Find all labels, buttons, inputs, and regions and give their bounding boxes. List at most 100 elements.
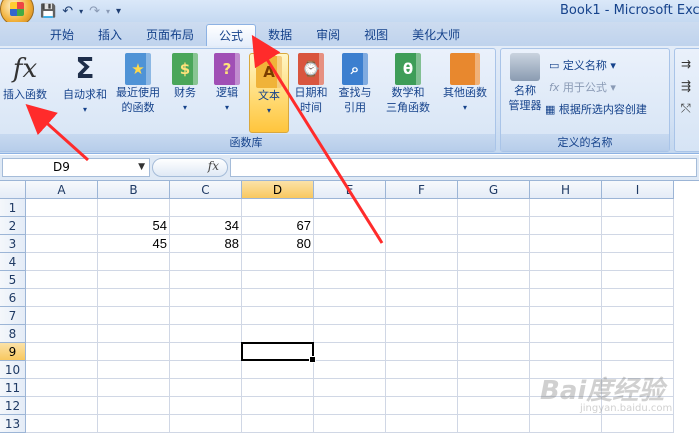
- financial-button[interactable]: $ 财务 ▾: [167, 53, 203, 115]
- cell-d8[interactable]: [242, 325, 314, 343]
- cell-a3[interactable]: [26, 235, 98, 253]
- column-header-a[interactable]: A: [26, 181, 98, 199]
- formula-input[interactable]: [230, 158, 697, 177]
- undo-dropdown-icon[interactable]: ▾: [79, 7, 83, 16]
- column-header-g[interactable]: G: [458, 181, 530, 199]
- row-header-8[interactable]: 8: [0, 325, 26, 343]
- tab-beautify-master[interactable]: 美化大师: [400, 24, 472, 46]
- cell-h2[interactable]: [530, 217, 602, 235]
- cell-f3[interactable]: [386, 235, 458, 253]
- cell-g9[interactable]: [458, 343, 530, 361]
- column-header-e[interactable]: E: [314, 181, 386, 199]
- cell-d12[interactable]: [242, 397, 314, 415]
- cell-c1[interactable]: [170, 199, 242, 217]
- cell-a1[interactable]: [26, 199, 98, 217]
- cell-a2[interactable]: [26, 217, 98, 235]
- cell-h5[interactable]: [530, 271, 602, 289]
- cell-f1[interactable]: [386, 199, 458, 217]
- cell-g8[interactable]: [458, 325, 530, 343]
- cell-a10[interactable]: [26, 361, 98, 379]
- cell-g5[interactable]: [458, 271, 530, 289]
- cell-a4[interactable]: [26, 253, 98, 271]
- cell-f4[interactable]: [386, 253, 458, 271]
- cell-c6[interactable]: [170, 289, 242, 307]
- cell-c7[interactable]: [170, 307, 242, 325]
- redo-icon[interactable]: ↷: [89, 4, 100, 19]
- tab-page-layout[interactable]: 页面布局: [134, 24, 206, 46]
- cell-c3[interactable]: 88: [170, 235, 242, 253]
- active-cell-outline[interactable]: [241, 342, 316, 363]
- tab-data[interactable]: 数据: [256, 24, 304, 46]
- cell-h1[interactable]: [530, 199, 602, 217]
- row-header-3[interactable]: 3: [0, 235, 26, 253]
- cell-g1[interactable]: [458, 199, 530, 217]
- cell-c11[interactable]: [170, 379, 242, 397]
- cell-f13[interactable]: [386, 415, 458, 433]
- tab-view[interactable]: 视图: [352, 24, 400, 46]
- cell-e4[interactable]: [314, 253, 386, 271]
- tab-home[interactable]: 开始: [38, 24, 86, 46]
- cell-h3[interactable]: [530, 235, 602, 253]
- save-icon[interactable]: 💾: [40, 4, 56, 19]
- cell-b4[interactable]: [98, 253, 170, 271]
- row-header-4[interactable]: 4: [0, 253, 26, 271]
- cell-d7[interactable]: [242, 307, 314, 325]
- cell-b8[interactable]: [98, 325, 170, 343]
- cell-a9[interactable]: [26, 343, 98, 361]
- tab-insert[interactable]: 插入: [86, 24, 134, 46]
- cell-d13[interactable]: [242, 415, 314, 433]
- cell-e11[interactable]: [314, 379, 386, 397]
- cell-b10[interactable]: [98, 361, 170, 379]
- cell-g6[interactable]: [458, 289, 530, 307]
- cell-b11[interactable]: [98, 379, 170, 397]
- create-from-selection-button[interactable]: ▦ 根据所选内容创建: [545, 101, 647, 117]
- math-trig-button[interactable]: θ 数学和 三角函数: [381, 53, 435, 115]
- cell-a8[interactable]: [26, 325, 98, 343]
- remove-arrows-icon[interactable]: ⤲: [681, 101, 691, 116]
- cell-e7[interactable]: [314, 307, 386, 325]
- cell-f12[interactable]: [386, 397, 458, 415]
- cell-g7[interactable]: [458, 307, 530, 325]
- cell-e2[interactable]: [314, 217, 386, 235]
- cell-g3[interactable]: [458, 235, 530, 253]
- column-header-h[interactable]: H: [530, 181, 602, 199]
- name-box[interactable]: D9 ▼: [2, 158, 150, 177]
- row-header-2[interactable]: 2: [0, 217, 26, 235]
- column-header-f[interactable]: F: [386, 181, 458, 199]
- use-in-formula-button[interactable]: fx 用于公式 ▾: [549, 79, 616, 95]
- cell-d11[interactable]: [242, 379, 314, 397]
- column-header-b[interactable]: B: [98, 181, 170, 199]
- insert-function-button[interactable]: fx 插入函数: [0, 53, 51, 102]
- row-header-11[interactable]: 11: [0, 379, 26, 397]
- cell-b7[interactable]: [98, 307, 170, 325]
- cell-e3[interactable]: [314, 235, 386, 253]
- cell-f5[interactable]: [386, 271, 458, 289]
- cell-c4[interactable]: [170, 253, 242, 271]
- cell-c8[interactable]: [170, 325, 242, 343]
- cell-f2[interactable]: [386, 217, 458, 235]
- cell-i1[interactable]: [602, 199, 674, 217]
- cell-e6[interactable]: [314, 289, 386, 307]
- cell-b9[interactable]: [98, 343, 170, 361]
- tab-review[interactable]: 审阅: [304, 24, 352, 46]
- cell-e13[interactable]: [314, 415, 386, 433]
- cell-i3[interactable]: [602, 235, 674, 253]
- cell-g2[interactable]: [458, 217, 530, 235]
- cell-e12[interactable]: [314, 397, 386, 415]
- cell-d2[interactable]: 67: [242, 217, 314, 235]
- cell-i5[interactable]: [602, 271, 674, 289]
- cell-b12[interactable]: [98, 397, 170, 415]
- cell-g13[interactable]: [458, 415, 530, 433]
- cell-f11[interactable]: [386, 379, 458, 397]
- trace-dependents-icon[interactable]: ⇶: [681, 79, 691, 93]
- tab-formulas[interactable]: 公式: [206, 24, 257, 46]
- cell-i8[interactable]: [602, 325, 674, 343]
- cell-d1[interactable]: [242, 199, 314, 217]
- more-functions-button[interactable]: 其他函数 ▾: [439, 53, 491, 115]
- cell-i6[interactable]: [602, 289, 674, 307]
- cell-e1[interactable]: [314, 199, 386, 217]
- cell-a11[interactable]: [26, 379, 98, 397]
- cell-h4[interactable]: [530, 253, 602, 271]
- cell-b13[interactable]: [98, 415, 170, 433]
- row-header-7[interactable]: 7: [0, 307, 26, 325]
